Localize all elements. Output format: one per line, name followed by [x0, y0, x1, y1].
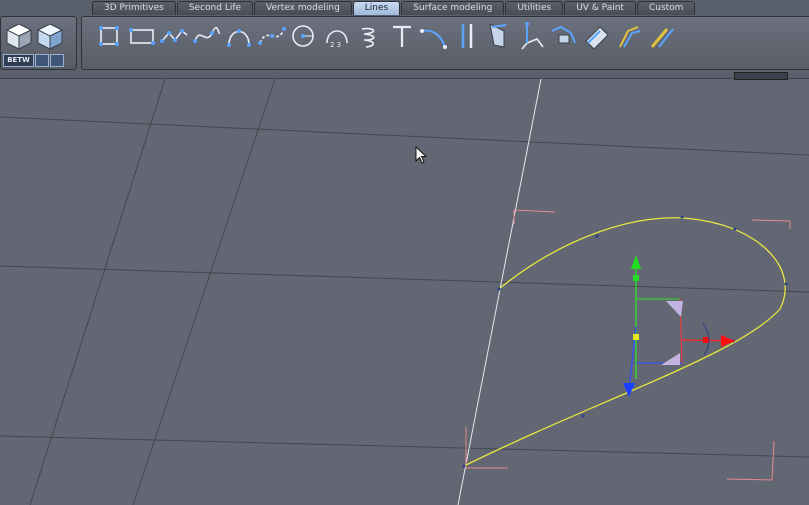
circle-icon[interactable]	[289, 21, 319, 51]
lines-tool-panel: 2 3	[81, 16, 809, 70]
tab-bar: 3D Primitives Second Life Vertex modeling L…	[92, 1, 696, 15]
toolbar: 3D Primitives Second Life Vertex modeling L…	[0, 0, 809, 80]
line-rotate-icon[interactable]	[517, 21, 547, 51]
cube-solid-icon[interactable]	[4, 21, 34, 51]
select-lasso-icon[interactable]	[50, 54, 64, 67]
numbered-arc-icon[interactable]: 2 3	[322, 21, 352, 51]
line-weld-icon[interactable]	[647, 21, 677, 51]
bounding-box	[465, 209, 791, 481]
line-square-icon[interactable]	[94, 21, 124, 51]
line-mirror-icon[interactable]	[582, 21, 612, 51]
tab-utilities[interactable]: Utilities	[505, 1, 564, 15]
tab-uv-paint[interactable]: UV & Paint	[564, 1, 636, 15]
spiral-icon[interactable]	[354, 21, 384, 51]
line-extrude-icon[interactable]	[484, 21, 514, 51]
tab-second-life[interactable]: Second Life	[176, 1, 254, 15]
spline-curve	[463, 217, 786, 467]
3d-viewport[interactable]	[0, 79, 809, 505]
mode-label[interactable]: BETW	[3, 54, 34, 67]
line-split-icon[interactable]	[452, 21, 482, 51]
transform-gizmo	[623, 255, 736, 397]
select-box-icon[interactable]	[35, 54, 49, 67]
world-axis-line	[457, 79, 542, 505]
svg-text:2 3: 2 3	[330, 41, 341, 49]
tab-surface-modeling[interactable]: Surface modeling	[401, 1, 505, 15]
tab-3d-primitives[interactable]: 3D Primitives	[92, 1, 176, 15]
tab-lines[interactable]: Lines	[352, 1, 401, 15]
line-bend-icon[interactable]	[419, 21, 449, 51]
mouse-cursor-icon	[415, 146, 427, 164]
curve-icon[interactable]	[192, 21, 222, 51]
spline-vertices	[462, 215, 788, 468]
line-sweep-icon[interactable]	[549, 21, 579, 51]
bezier-icon[interactable]	[257, 21, 287, 51]
view-mode-panel: BETW	[0, 16, 77, 70]
tab-custom[interactable]: Custom	[636, 1, 696, 15]
cube-shaded-icon[interactable]	[35, 21, 65, 51]
polyline-icon[interactable]	[159, 21, 189, 51]
line-rectangle-icon[interactable]	[127, 21, 157, 51]
grid	[0, 79, 809, 505]
tab-vertex-modeling[interactable]: Vertex modeling	[254, 1, 352, 15]
arc-icon[interactable]	[224, 21, 254, 51]
line-loft-icon[interactable]	[614, 21, 644, 51]
text-tool-icon[interactable]	[387, 21, 417, 51]
